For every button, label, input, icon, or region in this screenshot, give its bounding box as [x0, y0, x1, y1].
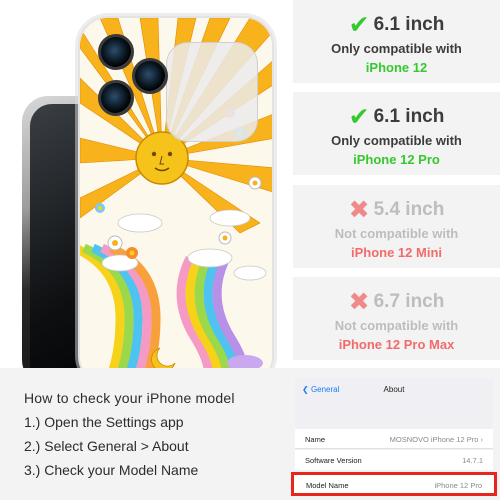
instructions-band: How to check your iPhone model 1.) Open … — [0, 368, 500, 500]
screen-size: 6.7 inch — [373, 291, 445, 312]
phone-case-image — [78, 16, 274, 368]
howto-block: How to check your iPhone model 1.) Open … — [24, 390, 284, 478]
compat-card-iphone-12-pro-max: ✖ 6.7 inch Not compatible with iPhone 12 … — [293, 277, 500, 360]
settings-title: About — [383, 385, 405, 394]
compat-status: Not compatible with — [334, 318, 459, 333]
settings-row-software-version: Software Version 14.7.1 — [295, 450, 493, 470]
chevron-right-icon: › — [480, 435, 484, 444]
camera-lens-icon — [132, 58, 168, 94]
screen-size: 6.1 inch — [373, 106, 445, 127]
ios-settings-screenshot: ❮ General About Name MOSNOVO iPhone 12 P… — [291, 378, 497, 496]
compat-model: iPhone 12 Pro Max — [338, 337, 455, 352]
compat-model: iPhone 12 Mini — [350, 245, 442, 260]
screen-size: 6.1 inch — [373, 14, 445, 35]
compat-card-iphone-12-mini: ✖ 5.4 inch Not compatible with iPhone 12 … — [293, 185, 500, 268]
check-icon: ✔ — [348, 103, 370, 131]
row-value: 14.7.1 — [462, 456, 483, 465]
row-label: Software Version — [305, 456, 362, 465]
row-value: iPhone 12 Pro — [434, 481, 482, 490]
howto-step: 2.) Select General > About — [24, 438, 189, 454]
compat-model: iPhone 12 — [365, 60, 428, 75]
camera-lens-icon — [98, 34, 134, 70]
settings-nav-bar: ❮ General About — [295, 385, 493, 401]
compat-status: Not compatible with — [334, 226, 459, 241]
settings-row-name: Name MOSNOVO iPhone 12 Pro › — [295, 429, 493, 449]
compat-model: iPhone 12 Pro — [353, 152, 440, 167]
camera-lens-icon — [98, 80, 134, 116]
compat-card-iphone-12: ✔ 6.1 inch Only compatible with iPhone 12 — [293, 0, 500, 83]
row-label: Name — [305, 435, 326, 444]
screen-size: 5.4 inch — [373, 199, 445, 220]
product-photo — [0, 0, 282, 368]
settings-row-model-name-highlighted: Model Name iPhone 12 Pro — [291, 472, 497, 496]
compat-status: Only compatible with — [331, 41, 462, 56]
row-label: Model Name — [306, 481, 349, 490]
compat-card-iphone-12-pro: ✔ 6.1 inch Only compatible with iPhone 12… — [293, 92, 500, 175]
cross-icon: ✖ — [348, 288, 370, 316]
camera-cutout — [166, 42, 258, 142]
compat-status: Only compatible with — [331, 133, 462, 148]
howto-title: How to check your iPhone model — [24, 390, 235, 406]
cross-icon: ✖ — [348, 196, 370, 224]
check-icon: ✔ — [348, 11, 370, 39]
howto-step: 1.) Open the Settings app — [24, 414, 184, 430]
row-value: MOSNOVO iPhone 12 Pro — [389, 435, 479, 444]
howto-step: 3.) Check your Model Name — [24, 462, 199, 478]
